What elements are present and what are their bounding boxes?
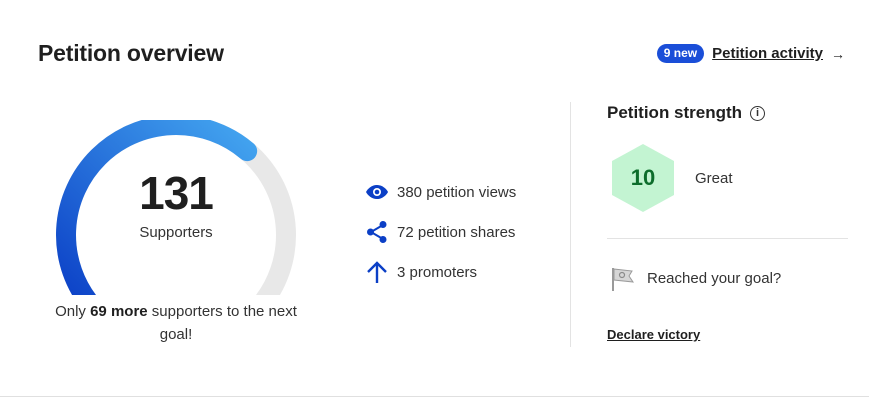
strength-score: 10 xyxy=(630,165,656,190)
column-divider xyxy=(570,102,571,347)
stat-views: 380 petition views xyxy=(365,172,516,212)
supporter-count: 131 xyxy=(139,167,214,219)
strength-rating: Great xyxy=(695,170,733,187)
strength-divider xyxy=(607,238,848,239)
reached-goal-prompt: Reached your goal? xyxy=(647,270,782,287)
stat-shares-label: 72 petition shares xyxy=(397,223,516,241)
goal-text-after: supporters to the next goal! xyxy=(147,303,297,343)
arrow-right-icon: → xyxy=(831,45,845,62)
arrow-up-icon xyxy=(365,260,389,284)
petition-activity[interactable]: 9 new Petition activity → xyxy=(656,44,845,63)
stat-shares: 72 petition shares xyxy=(365,212,516,252)
share-icon xyxy=(365,220,389,244)
goal-text-before: Only xyxy=(55,303,91,320)
stat-views-label: 380 petition views xyxy=(397,183,517,201)
petition-stats: 380 petition views 72 petition shares 3 … xyxy=(365,172,516,292)
strength-heading: Petition strength i xyxy=(607,103,766,123)
stat-promoters-label: 3 promoters xyxy=(397,263,478,281)
info-icon[interactable]: i xyxy=(750,105,766,121)
flag-icon xyxy=(612,268,635,291)
supporters-gauge: 131 Supporters xyxy=(52,120,300,295)
supporter-label: Supporters xyxy=(139,224,213,241)
eye-icon xyxy=(365,180,389,204)
petition-overview-card: Petition overview 9 new Petition activit… xyxy=(0,0,869,397)
new-activity-badge: 9 new xyxy=(656,44,705,63)
strength-title: Petition strength xyxy=(607,103,743,122)
goal-text-bold: 69 more xyxy=(90,303,148,320)
next-goal-text: Only 69 more supporters to the next goal… xyxy=(52,300,300,346)
declare-victory-link[interactable]: Declare victory xyxy=(607,327,700,342)
page-title: Petition overview xyxy=(38,40,224,66)
stat-promoters: 3 promoters xyxy=(365,252,516,292)
petition-activity-link[interactable]: Petition activity xyxy=(712,45,823,62)
